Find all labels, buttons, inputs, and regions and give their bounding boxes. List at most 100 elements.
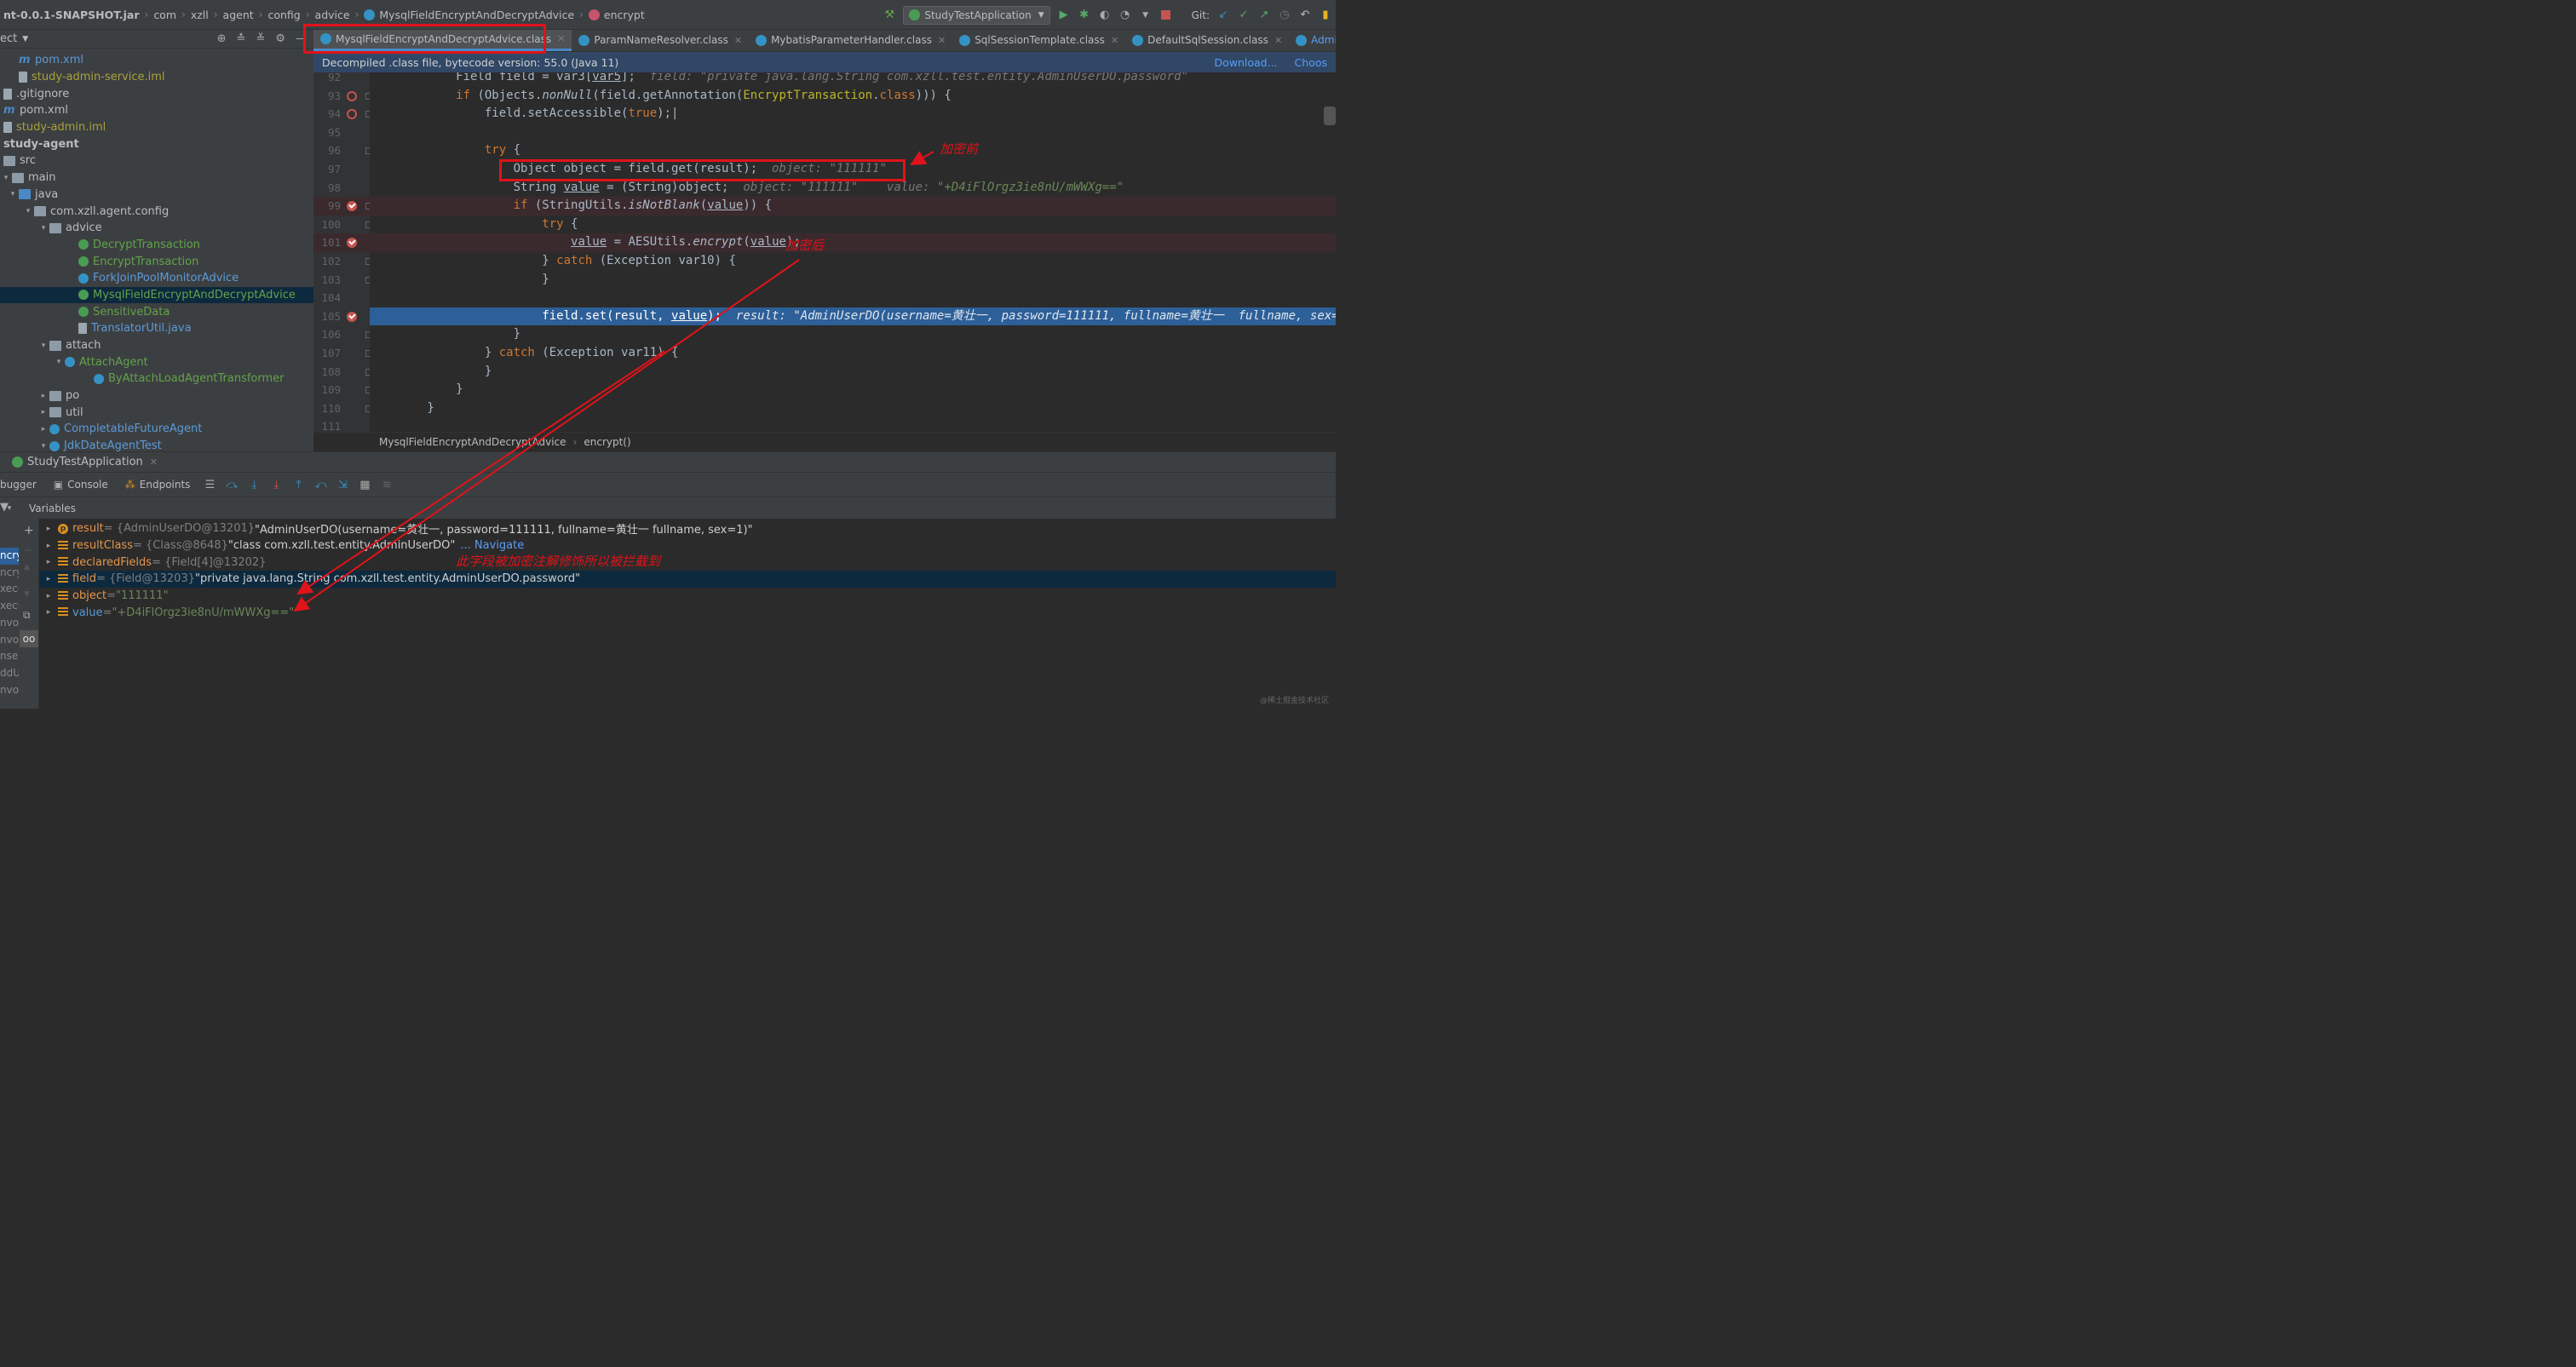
tree-item[interactable]: study-admin-service.iml xyxy=(0,69,313,86)
code-line[interactable]: field.set(result, value); result: "Admin… xyxy=(370,307,1336,326)
tree-item[interactable]: ▾ advice xyxy=(0,220,313,237)
code-line[interactable]: } catch (Exception var11) { xyxy=(370,344,1336,363)
settings-gear-icon[interactable]: ⚙ xyxy=(275,32,285,45)
chevron-right-icon[interactable]: ▸ xyxy=(37,392,49,400)
toolbar-extra-icon[interactable]: ▮ xyxy=(1319,9,1332,22)
breadcrumb-com[interactable]: com xyxy=(150,9,180,21)
breakpoint-icon[interactable] xyxy=(347,109,357,120)
tree-item[interactable]: m pom.xml xyxy=(0,102,313,119)
frame-item[interactable]: ncry xyxy=(0,548,19,565)
editor-tab[interactable]: AdminUserDO.java✕ xyxy=(1289,30,1336,51)
expand-all-icon[interactable]: ≛ xyxy=(237,32,246,45)
choose-sources-link[interactable]: Choos xyxy=(1295,56,1327,69)
tree-item[interactable]: ▾ attach xyxy=(0,337,313,354)
step-over-icon[interactable]: ⤼ xyxy=(221,479,243,491)
frame-item[interactable]: nvok xyxy=(0,632,19,649)
code-line[interactable]: } xyxy=(370,399,1336,418)
frame-item[interactable]: nvok xyxy=(0,682,19,699)
code-line[interactable]: } catch (Exception var10) { xyxy=(370,252,1336,271)
locate-target-icon[interactable]: ⊕ xyxy=(217,32,227,45)
tree-item[interactable]: .gitignore xyxy=(0,85,313,102)
build-hammer-icon[interactable]: ⚒ xyxy=(883,9,896,22)
close-tab-icon[interactable]: ✕ xyxy=(734,35,742,46)
chevron-down-icon[interactable]: ▼ xyxy=(22,35,28,43)
step-out-icon[interactable]: ⤒ xyxy=(287,479,309,491)
navigate-link[interactable]: ... Navigate xyxy=(460,539,524,552)
tree-item[interactable]: ▾ java xyxy=(0,187,313,204)
editor-tab[interactable]: DefaultSqlSession.class ✕ xyxy=(1125,30,1289,51)
git-update-icon[interactable]: ↙ xyxy=(1216,9,1230,22)
breadcrumb-config[interactable]: config xyxy=(264,9,303,21)
code-line[interactable]: field.setAccessible(true);| xyxy=(370,105,1336,123)
code-line[interactable]: if (StringUtils.isNotBlank(value)) { xyxy=(370,197,1336,215)
breadcrumb-jar[interactable]: nt-0.0.1-SNAPSHOT.jar xyxy=(0,9,143,21)
breadcrumb-advice[interactable]: advice xyxy=(312,9,354,21)
drop-frame-icon[interactable]: ⤺ xyxy=(309,479,331,491)
layout-menu-icon[interactable]: ☰ xyxy=(198,479,221,491)
variable-row[interactable]: ▸ object = "111111" xyxy=(39,588,1336,605)
run-to-cursor-icon[interactable]: ⇲ xyxy=(331,479,354,491)
tree-item[interactable]: m pom.xml xyxy=(0,52,313,69)
chevron-down-icon[interactable]: ▾ xyxy=(37,342,49,350)
tree-item[interactable]: ForkJoinPoolMonitorAdvice xyxy=(0,270,313,287)
chevron-right-icon[interactable]: ▸ xyxy=(39,525,58,533)
breadcrumb-method[interactable]: encrypt xyxy=(585,9,648,21)
code-line[interactable] xyxy=(370,417,1336,432)
code-line[interactable]: } xyxy=(370,381,1336,399)
tree-item[interactable]: study-admin.iml xyxy=(0,119,313,136)
chevron-down-icon[interactable]: ▾ xyxy=(0,174,12,182)
tree-item[interactable]: ▸ po xyxy=(0,388,313,405)
tree-item[interactable]: ▾ JdkDateAgentTest xyxy=(0,438,313,451)
run-configuration-select[interactable]: StudyTestApplication ▼ xyxy=(903,5,1050,25)
chevron-right-icon[interactable]: ▸ xyxy=(39,608,58,617)
tree-item[interactable]: ▸ util xyxy=(0,404,313,421)
breakpoint-icon[interactable] xyxy=(347,311,357,322)
tab-console[interactable]: ▣ Console xyxy=(45,473,117,497)
breadcrumb-agent[interactable]: agent xyxy=(220,9,257,21)
tree-item[interactable]: SensitiveData xyxy=(0,303,313,320)
debug-run-tab[interactable]: StudyTestApplication xyxy=(27,456,143,468)
frame-item[interactable]: ddU xyxy=(0,665,19,682)
editor-tab[interactable]: ParamNameResolver.class ✕ xyxy=(572,30,749,51)
chevron-down-icon[interactable]: ▾ xyxy=(37,442,49,451)
tree-item[interactable]: ▾ main xyxy=(0,169,313,187)
coverage-icon[interactable]: ◐ xyxy=(1098,9,1112,22)
filter-icon[interactable]: ▼ xyxy=(0,501,9,514)
tab-debugger[interactable]: bugger xyxy=(0,473,45,497)
debug-bug-icon[interactable]: ✱ xyxy=(1078,9,1091,22)
code-editor[interactable]: Field field = var3[var5]; field: "privat… xyxy=(370,72,1336,432)
code-line[interactable]: Field field = var3[var5]; field: "privat… xyxy=(370,72,1336,87)
chevron-right-icon[interactable]: ▸ xyxy=(39,575,58,583)
collapse-all-icon[interactable]: ≚ xyxy=(256,32,265,45)
git-commit-icon[interactable]: ✓ xyxy=(1237,9,1251,22)
tree-item[interactable]: ▾ com.xzll.agent.config xyxy=(0,203,313,220)
tree-item[interactable]: MysqlFieldEncryptAndDecryptAdvice xyxy=(0,286,313,304)
code-line[interactable]: try { xyxy=(370,141,1336,160)
breakpoint-icon[interactable] xyxy=(347,90,357,101)
editor-gutter[interactable]: 92 93 94 95 96 97 98 99 100 101 102 103 104 105 106 107… xyxy=(313,72,370,432)
copy-icon[interactable]: ⧉ xyxy=(23,609,31,622)
breadcrumb-xzll[interactable]: xzll xyxy=(187,9,212,21)
tree-item[interactable]: DecryptTransaction xyxy=(0,237,313,254)
code-line[interactable]: value = AESUtils.encrypt(value); xyxy=(370,233,1336,252)
chevron-down-icon[interactable]: ▾ xyxy=(7,190,19,198)
chevron-right-icon[interactable]: ▸ xyxy=(39,542,58,550)
frame-item[interactable]: nvok xyxy=(0,615,19,632)
variable-row[interactable]: ▸ declaredFields = {Field[4]@13202} xyxy=(39,554,1336,571)
code-line[interactable] xyxy=(370,123,1336,142)
frame-item[interactable]: xecu xyxy=(0,598,19,615)
close-tab-icon[interactable]: ✕ xyxy=(557,33,565,44)
frame-item[interactable]: ncry xyxy=(0,565,19,582)
code-line[interactable]: } xyxy=(370,363,1336,382)
code-line[interactable]: if (Objects.nonNull(field.getAnnotation(… xyxy=(370,87,1336,106)
tree-item[interactable]: src xyxy=(0,152,313,169)
code-line[interactable]: try { xyxy=(370,215,1336,234)
step-into-icon[interactable]: ⤓ xyxy=(243,479,265,491)
trace-icon[interactable]: ≋ xyxy=(376,479,398,491)
download-sources-link[interactable]: Download... xyxy=(1214,56,1277,69)
editor-scrollbar-thumb[interactable] xyxy=(1324,106,1336,125)
editor-tab[interactable]: SqlSessionTemplate.class ✕ xyxy=(952,30,1125,51)
history-icon[interactable]: ◷ xyxy=(1278,9,1291,22)
close-tab-icon[interactable]: ✕ xyxy=(1111,35,1118,46)
tree-item[interactable]: ▸ CompletableFutureAgent xyxy=(0,421,313,438)
